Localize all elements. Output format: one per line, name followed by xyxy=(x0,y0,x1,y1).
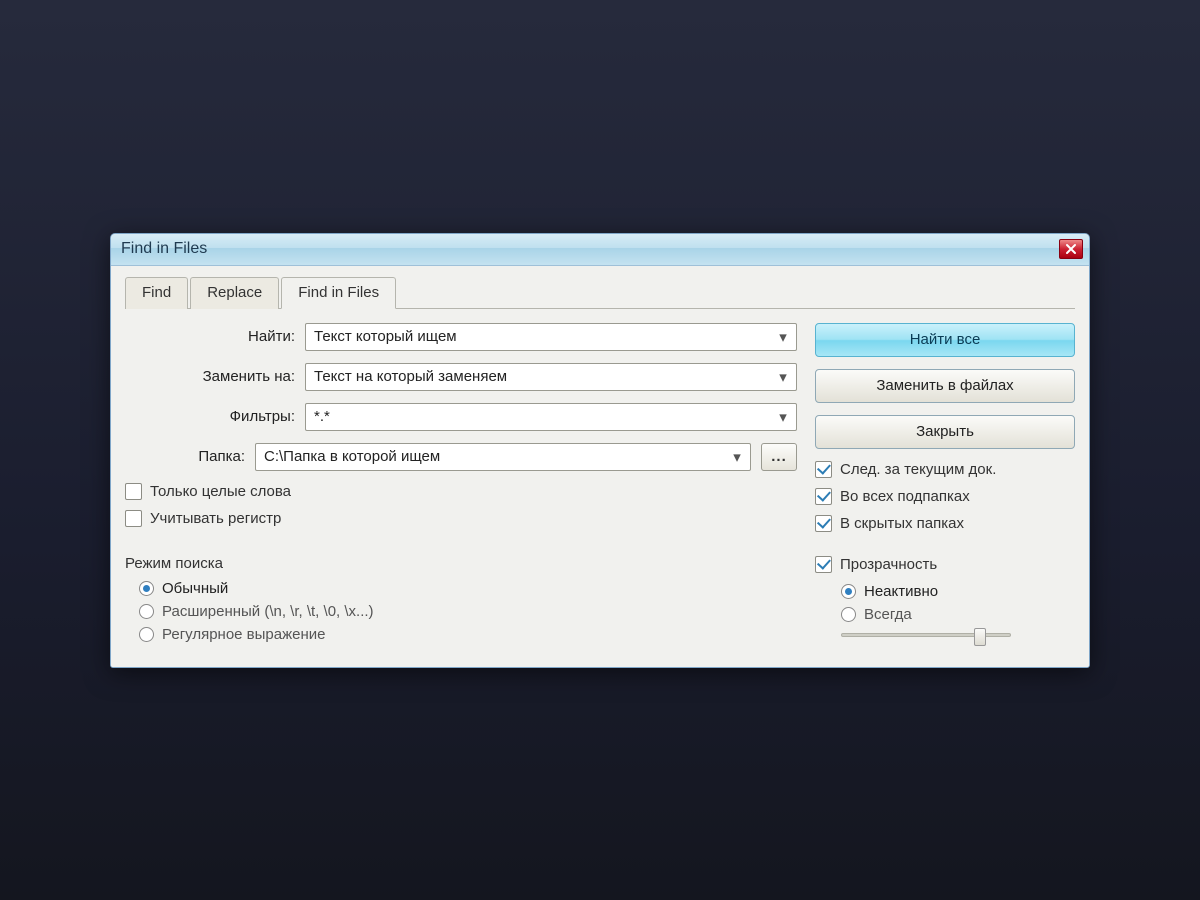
browse-folder-button[interactable]: ... xyxy=(761,443,797,471)
label-match-case: Учитывать регистр xyxy=(150,510,281,527)
label-follow-doc: След. за текущим док. xyxy=(840,461,996,478)
checkbox-follow-doc[interactable] xyxy=(815,461,832,478)
label-filters: Фильтры: xyxy=(125,408,295,425)
tabstrip: Find Replace Find in Files xyxy=(125,276,1075,309)
find-in-files-dialog: Find in Files Find Replace Find in Files… xyxy=(110,233,1090,668)
label-find: Найти: xyxy=(125,328,295,345)
label-folder: Папка: xyxy=(125,448,245,465)
dropdown-icon[interactable]: ▾ xyxy=(728,448,746,466)
label-whole-words: Только целые слова xyxy=(150,483,291,500)
find-input-value: Текст который ищем xyxy=(314,328,774,345)
filters-input[interactable]: *.* ▾ xyxy=(305,403,797,431)
checkbox-match-case[interactable] xyxy=(125,510,142,527)
label-mode-extended: Расширенный (\n, \r, \t, \0, \x...) xyxy=(162,603,374,620)
tab-find-in-files[interactable]: Find in Files xyxy=(281,277,396,309)
window-title: Find in Files xyxy=(121,240,1059,258)
label-mode-normal: Обычный xyxy=(162,580,228,597)
dropdown-icon[interactable]: ▾ xyxy=(774,368,792,386)
tab-find[interactable]: Find xyxy=(125,277,188,309)
replace-in-files-button[interactable]: Заменить в файлах xyxy=(815,369,1075,403)
label-transparency-always: Всегда xyxy=(864,606,912,623)
close-window-button[interactable] xyxy=(1059,239,1083,259)
filters-input-value: *.* xyxy=(314,408,774,425)
tab-replace[interactable]: Replace xyxy=(190,277,279,309)
close-button[interactable]: Закрыть xyxy=(815,415,1075,449)
checkbox-transparency[interactable] xyxy=(815,556,832,573)
close-icon xyxy=(1065,243,1077,255)
checkbox-subfolders[interactable] xyxy=(815,488,832,505)
find-input[interactable]: Текст который ищем ▾ xyxy=(305,323,797,351)
checkbox-hidden-folders[interactable] xyxy=(815,515,832,532)
label-transparency-inactive: Неактивно xyxy=(864,583,938,600)
folder-input-value: C:\Папка в которой ищем xyxy=(264,448,728,465)
search-mode-group: Режим поиска Обычный Расширенный (\n, \r… xyxy=(125,549,797,643)
transparency-slider[interactable] xyxy=(841,633,1011,637)
dropdown-icon[interactable]: ▾ xyxy=(774,328,792,346)
label-replace-with: Заменить на: xyxy=(125,368,295,385)
folder-input[interactable]: C:\Папка в которой ищем ▾ xyxy=(255,443,751,471)
radio-transparency-inactive[interactable] xyxy=(841,584,856,599)
radio-mode-extended[interactable] xyxy=(139,604,154,619)
label-hidden-folders: В скрытых папках xyxy=(840,515,964,532)
desktop-background: Find in Files Find Replace Find in Files… xyxy=(0,0,1200,900)
checkbox-whole-words[interactable] xyxy=(125,483,142,500)
label-mode-regex: Регулярное выражение xyxy=(162,626,326,643)
search-mode-legend: Режим поиска xyxy=(125,555,797,572)
transparency-group: Прозрачность Неактивно Всегда xyxy=(815,556,1075,637)
dialog-body: Find Replace Find in Files Найти: Текст … xyxy=(111,266,1089,667)
find-all-button[interactable]: Найти все xyxy=(815,323,1075,357)
label-transparency: Прозрачность xyxy=(840,556,937,573)
label-subfolders: Во всех подпапках xyxy=(840,488,970,505)
radio-mode-normal[interactable] xyxy=(139,581,154,596)
dropdown-icon[interactable]: ▾ xyxy=(774,408,792,426)
actions-column: Найти все Заменить в файлах Закрыть След… xyxy=(815,323,1075,649)
replace-input-value: Текст на который заменяем xyxy=(314,368,774,385)
titlebar[interactable]: Find in Files xyxy=(111,234,1089,266)
form-column: Найти: Текст который ищем ▾ Заменить на:… xyxy=(125,323,797,649)
replace-input[interactable]: Текст на который заменяем ▾ xyxy=(305,363,797,391)
radio-transparency-always[interactable] xyxy=(841,607,856,622)
radio-mode-regex[interactable] xyxy=(139,627,154,642)
